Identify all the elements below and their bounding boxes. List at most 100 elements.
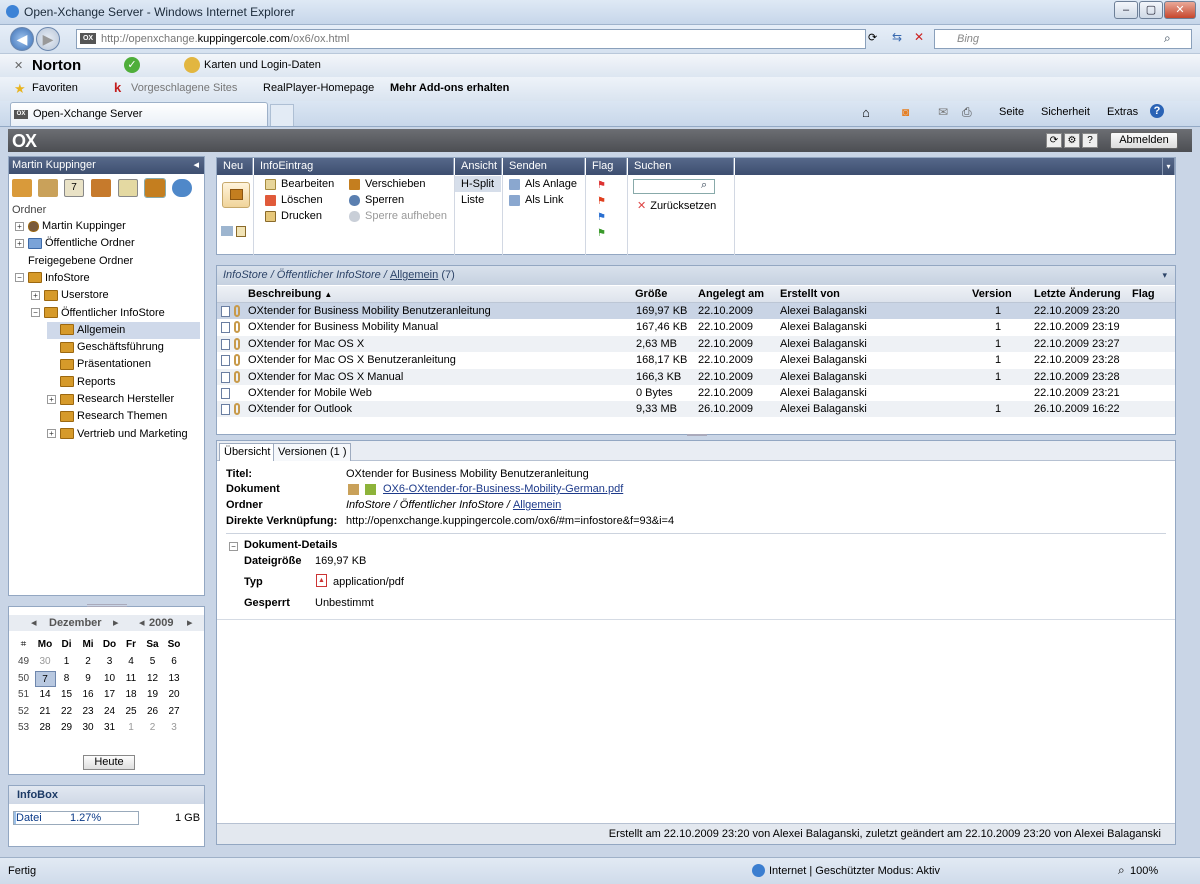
norton-button[interactable]: Norton bbox=[32, 57, 81, 74]
table-row[interactable]: OXtender for Outlook 9,33 MB 26.10.2009 Ale… bbox=[217, 401, 1175, 418]
compat-icon[interactable]: ⇆ bbox=[892, 30, 902, 44]
resize-handle[interactable] bbox=[87, 604, 127, 607]
calendar-day[interactable]: 15 bbox=[56, 687, 77, 703]
collapse-icon[interactable]: − bbox=[31, 308, 40, 318]
calendar-day[interactable]: 23 bbox=[78, 704, 99, 720]
col-beschreibung[interactable]: Beschreibung ▲ bbox=[248, 286, 332, 302]
mail-icon[interactable] bbox=[38, 179, 58, 197]
unlock-button[interactable]: Sperre aufheben bbox=[349, 208, 447, 224]
folder-item[interactable]: + Vertrieb und Marketing bbox=[47, 426, 188, 443]
col-flag[interactable]: Flag bbox=[1132, 286, 1155, 302]
calendar-day[interactable]: 18 bbox=[121, 687, 142, 703]
table-row[interactable]: OXtender for Business Mobility Benutzera… bbox=[217, 303, 1175, 319]
logout-button[interactable]: Abmelden bbox=[1110, 132, 1178, 149]
expand-icon[interactable]: + bbox=[15, 238, 24, 248]
close-toolbar-icon[interactable]: ✕ bbox=[14, 59, 23, 72]
split-handle[interactable] bbox=[687, 434, 707, 436]
toolbar-menu-icon[interactable]: ▾ bbox=[1163, 158, 1175, 175]
cmd-sicherheit[interactable]: Sicherheit bbox=[1041, 106, 1090, 118]
zoom-icon[interactable]: ⌕ bbox=[1118, 863, 1125, 878]
col-angelegt[interactable]: Angelegt am bbox=[698, 286, 764, 302]
flag-blue-icon[interactable]: ⚑ bbox=[597, 212, 606, 223]
search-icon[interactable]: ⌕ bbox=[701, 179, 707, 192]
folder-item[interactable]: Research Themen bbox=[47, 408, 167, 425]
collapse-icon[interactable]: ◂ bbox=[193, 157, 199, 174]
calendar-day[interactable]: 14 bbox=[35, 687, 56, 703]
address-bar[interactable]: http://openxchange.kuppingercole.com/ox6… bbox=[76, 29, 866, 49]
col-groesse[interactable]: Größe bbox=[635, 286, 667, 302]
folder-item[interactable]: Reports bbox=[47, 374, 116, 391]
calendar-day[interactable]: 26 bbox=[142, 704, 163, 720]
minimize-button[interactable]: – bbox=[1114, 1, 1138, 19]
calendar-day[interactable]: 19 bbox=[142, 687, 163, 703]
tasks-icon[interactable] bbox=[118, 179, 138, 197]
table-row[interactable]: OXtender for Business Mobility Manual 167… bbox=[217, 319, 1175, 335]
folder-item[interactable]: + Research Hersteller bbox=[47, 391, 174, 408]
expand-icon[interactable]: + bbox=[31, 290, 40, 300]
reset-button[interactable]: ✕ Zurücksetzen bbox=[637, 198, 716, 214]
week-number[interactable]: 52 bbox=[13, 704, 34, 720]
calendar-day[interactable]: 10 bbox=[99, 671, 120, 687]
folder-item[interactable]: Geschäftsführung bbox=[47, 339, 164, 356]
expand-icon[interactable]: + bbox=[15, 221, 24, 231]
help-icon[interactable]: ? bbox=[1150, 104, 1164, 118]
calendar-day[interactable]: 21 bbox=[35, 704, 56, 720]
collapse-icon[interactable]: − bbox=[15, 273, 24, 283]
calendar-day[interactable]: 20 bbox=[164, 687, 185, 703]
week-number[interactable]: 50 bbox=[13, 671, 34, 687]
calendar-day[interactable]: 8 bbox=[56, 671, 77, 687]
contacts-icon[interactable] bbox=[91, 179, 111, 197]
favorites-button[interactable]: Favoriten bbox=[32, 82, 78, 94]
calendar-day[interactable]: 3 bbox=[164, 720, 185, 736]
col-erstellt[interactable]: Erstellt von bbox=[780, 286, 840, 302]
settings-icon[interactable]: ⚙ bbox=[1064, 133, 1080, 148]
tab-overview[interactable]: Übersicht bbox=[219, 443, 276, 461]
expand-icon[interactable]: + bbox=[47, 429, 56, 439]
print-button[interactable]: Drucken bbox=[265, 208, 322, 224]
calendar-day[interactable]: 17 bbox=[99, 687, 120, 703]
calendar-month[interactable]: Dezember bbox=[49, 617, 102, 629]
move-button[interactable]: Verschieben bbox=[349, 176, 426, 192]
direct-link-value[interactable]: http://openxchange.kuppingercole.com/ox6… bbox=[346, 515, 674, 527]
open-icon[interactable] bbox=[348, 484, 359, 495]
lock-button[interactable]: Sperren bbox=[349, 192, 404, 208]
view-list[interactable]: Liste bbox=[455, 192, 501, 208]
calendar-day[interactable]: 9 bbox=[78, 671, 99, 687]
table-row[interactable]: OXtender for Mobile Web 0 Bytes 22.10.2009… bbox=[217, 385, 1175, 401]
edit-button[interactable]: Bearbeiten bbox=[265, 176, 334, 192]
flag-red-icon[interactable]: ⚑ bbox=[597, 196, 606, 207]
folder-item[interactable]: Freigegebene Ordner bbox=[15, 253, 133, 270]
download-icon[interactable] bbox=[365, 484, 376, 495]
new-folder-icon[interactable] bbox=[221, 226, 233, 236]
folder-item[interactable]: Allgemein bbox=[47, 321, 200, 339]
col-version[interactable]: Version bbox=[972, 286, 1012, 302]
calendar-day[interactable]: 1 bbox=[121, 720, 142, 736]
folder-item[interactable]: − Öffentlicher InfoStore bbox=[31, 305, 165, 322]
folder-item[interactable]: − InfoStore bbox=[15, 270, 90, 287]
week-view-icon[interactable]: ⌗ bbox=[13, 637, 34, 653]
close-window-button[interactable]: ✕ bbox=[1164, 1, 1196, 19]
folder-item[interactable]: + Martin Kuppinger bbox=[15, 218, 126, 235]
calendar-day[interactable]: 1 bbox=[56, 654, 77, 670]
calendar-day[interactable]: 25 bbox=[121, 704, 142, 720]
search-input[interactable]: Bing bbox=[934, 29, 1192, 49]
home-icon[interactable] bbox=[12, 179, 32, 197]
calendar-day[interactable]: 2 bbox=[78, 654, 99, 670]
flag-clear-icon[interactable]: ⚑ bbox=[597, 180, 606, 191]
new-tab-button[interactable] bbox=[270, 104, 294, 126]
send-attachment-button[interactable]: Als Anlage bbox=[509, 176, 577, 192]
calendar-day[interactable]: 30 bbox=[35, 654, 56, 670]
fav-item-suggested[interactable]: Vorgeschlagene Sites bbox=[131, 82, 237, 94]
fav-item-addons[interactable]: Mehr Add-ons erhalten bbox=[390, 82, 509, 94]
collapse-details-icon[interactable]: − bbox=[229, 542, 238, 551]
gear-icon[interactable] bbox=[172, 179, 192, 197]
week-number[interactable]: 53 bbox=[13, 720, 34, 736]
karten-button[interactable]: Karten und Login-Daten bbox=[204, 59, 321, 71]
calendar-year[interactable]: 2009 bbox=[149, 617, 173, 629]
calendar-day[interactable]: 13 bbox=[164, 671, 185, 687]
calendar-day[interactable]: 12 bbox=[142, 671, 163, 687]
table-row[interactable]: OXtender for Mac OS X Benutzeranleitung 1… bbox=[217, 352, 1175, 368]
refresh-icon[interactable]: ⟳ bbox=[868, 31, 877, 44]
today-button[interactable]: Heute bbox=[83, 755, 135, 770]
stop-icon[interactable]: ✕ bbox=[914, 30, 924, 44]
